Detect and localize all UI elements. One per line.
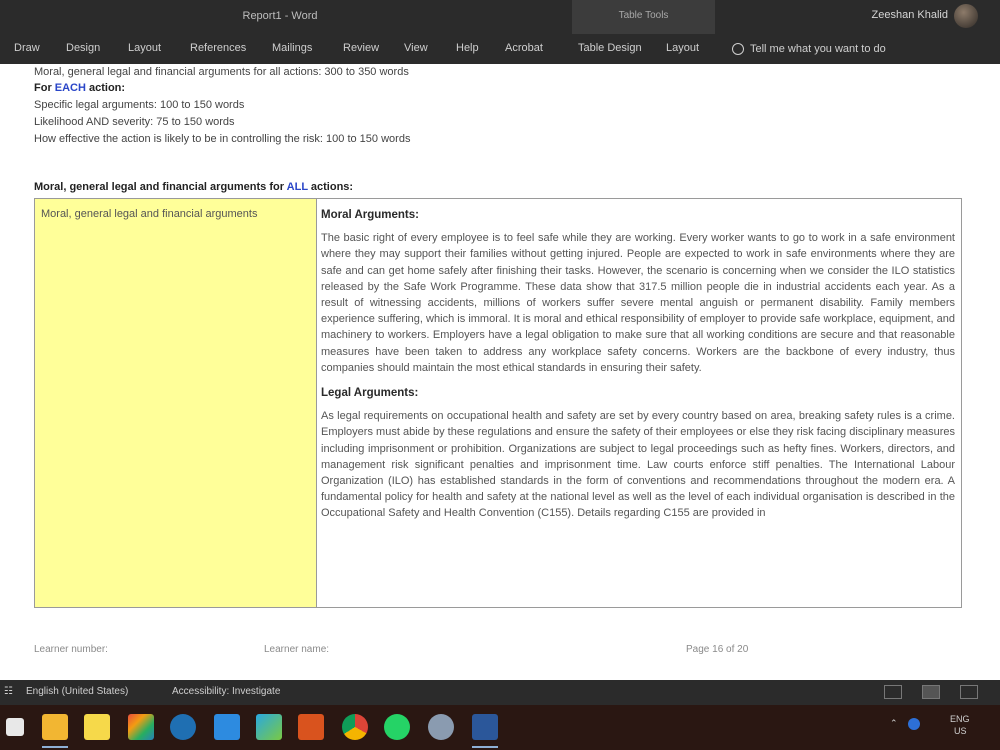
tab-table-layout[interactable]: Layout [666, 42, 699, 54]
window-title: Report1 - Word [242, 10, 318, 22]
section-heading: Moral, general legal and financial argum… [34, 181, 353, 193]
legal-paragraph: As legal requirements on occupational he… [321, 410, 955, 520]
title-bar: Report1 - Word Table Tools Zeeshan Khali… [0, 0, 1000, 64]
document-page[interactable]: Moral, general legal and financial argum… [0, 64, 1000, 680]
requirement-line: Likelihood AND severity: 75 to 150 words [34, 116, 235, 128]
whatsapp-icon[interactable] [384, 714, 410, 740]
tray-region[interactable]: US [954, 726, 967, 736]
tab-table-design[interactable]: Table Design [578, 42, 642, 54]
file-explorer-icon[interactable] [42, 714, 68, 740]
tell-me-search[interactable]: Tell me what you want to do [732, 39, 886, 59]
arguments-table: Moral, general legal and financial argum… [34, 198, 962, 608]
tab-review[interactable]: Review [343, 42, 379, 54]
chevron-up-icon[interactable]: ⌃ [890, 718, 898, 729]
each-prefix: For [34, 82, 55, 94]
footer-page-number: Page 16 of 20 [686, 644, 749, 655]
tab-draw[interactable]: Draw [14, 42, 40, 54]
tab-view[interactable]: View [404, 42, 428, 54]
tray-language[interactable]: ENG [950, 714, 970, 724]
start-icon[interactable] [6, 718, 24, 736]
each-suffix: action: [85, 82, 126, 94]
defender-icon[interactable] [214, 714, 240, 740]
lightbulb-icon [732, 43, 744, 55]
table-content-cell[interactable]: Moral Arguments: The basic right of ever… [317, 199, 961, 607]
requirement-line: Moral, general legal and financial argum… [34, 66, 409, 78]
sticky-notes-icon[interactable] [84, 714, 110, 740]
word-icon[interactable] [472, 714, 498, 740]
table-label-cell[interactable]: Moral, general legal and financial argum… [35, 199, 317, 607]
section-heading-link: ALL [286, 181, 308, 193]
requirement-line: How effective the action is likely to be… [34, 133, 411, 145]
moral-heading: Moral Arguments: [321, 209, 419, 221]
status-bar: ☷ English (United States) Accessibility:… [0, 680, 1000, 705]
tab-acrobat[interactable]: Acrobat [505, 42, 543, 54]
ribbon-tabs: Draw Design Layout References Mailings R… [0, 34, 1000, 64]
accessibility-status[interactable]: Accessibility: Investigate [172, 686, 280, 697]
taskbar-active-indicator [42, 746, 68, 748]
xampp-icon[interactable] [298, 714, 324, 740]
settings-icon[interactable] [428, 714, 454, 740]
footer-learner-name: Learner name: [264, 644, 330, 655]
each-action-heading: For EACH action: [34, 82, 125, 94]
edge-icon[interactable] [170, 714, 196, 740]
tray-app-icon[interactable] [908, 718, 920, 730]
web-layout-icon[interactable] [960, 685, 978, 699]
moral-paragraph: The basic right of every employee is to … [321, 232, 955, 374]
tab-mailings[interactable]: Mailings [272, 42, 312, 54]
language-status[interactable]: English (United States) [26, 686, 128, 697]
footer-learner-number: Learner number: [34, 644, 108, 655]
user-name[interactable]: Zeeshan Khalid [872, 9, 948, 21]
tab-design[interactable]: Design [66, 42, 100, 54]
tab-help[interactable]: Help [456, 42, 479, 54]
context-tab-title: Table Tools [618, 10, 669, 21]
tab-layout[interactable]: Layout [128, 42, 161, 54]
tab-references[interactable]: References [190, 42, 246, 54]
print-layout-icon[interactable] [922, 685, 940, 699]
office-icon[interactable] [128, 714, 154, 740]
taskbar: ⌃ ENG US [0, 705, 1000, 750]
legal-heading: Legal Arguments: [321, 387, 419, 400]
chrome-icon[interactable] [342, 714, 368, 740]
requirement-line: Specific legal arguments: 100 to 150 wor… [34, 99, 245, 111]
read-mode-icon[interactable] [884, 685, 902, 699]
avatar[interactable] [954, 4, 978, 28]
each-word: EACH [54, 82, 86, 94]
taskbar-active-indicator [472, 746, 498, 748]
tell-me-label: Tell me what you want to do [750, 43, 886, 55]
section-heading-prefix: Moral, general legal and financial argum… [34, 181, 287, 193]
store-icon[interactable] [256, 714, 282, 740]
proofing-icon[interactable]: ☷ [4, 686, 13, 697]
section-heading-suffix: actions: [307, 181, 354, 193]
